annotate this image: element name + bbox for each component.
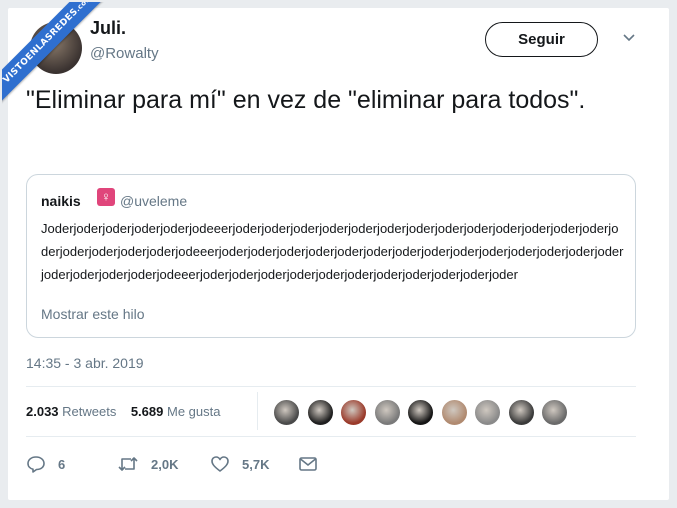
liker-avatar[interactable] [273,399,300,426]
retweets-count[interactable]: 2.033 [26,404,59,419]
quoted-author-handle: @uveleme [120,193,188,209]
liker-avatar[interactable] [373,399,401,426]
divider [26,386,636,387]
quoted-text: Joderjoderjoderjoderjoderjodeeerjoderjod… [41,221,624,282]
watermark-ribbon: VISTOENLASREDES.com [2,2,112,112]
likes-count[interactable]: 5.689 [131,404,164,419]
like-button[interactable]: 5,7K [210,454,269,474]
direct-message-button[interactable] [298,454,330,474]
tweet-actions: 6 2,0K 5,7K [26,454,426,476]
liker-avatar[interactable] [440,399,468,426]
retweets-label[interactable]: Retweets [62,404,116,419]
retweet-count: 2,0K [151,456,179,472]
tweet-timestamp[interactable]: 14:35 - 3 abr. 2019 [26,355,144,371]
watermark-text: VISTOENLASREDES.com [2,2,112,104]
reply-count: 6 [58,456,66,472]
tweet-text: "Eliminar para mí" en vez de "eliminar p… [26,86,586,114]
envelope-icon [299,457,317,471]
like-count: 5,7K [242,456,270,472]
retweet-button[interactable]: 2,0K [117,454,178,474]
liker-avatar[interactable] [507,399,535,426]
follow-button[interactable]: Seguir [485,22,598,57]
retweet-icon [118,457,138,471]
likes-label[interactable]: Me gusta [167,404,220,419]
show-thread-link[interactable]: Mostrar este hilo [41,306,144,322]
liker-avatar[interactable] [340,399,367,426]
quoted-tweet[interactable]: naikis ♀ @uveleme Joderjoderjoderjoderjo… [26,174,636,338]
stats-separator [257,392,258,430]
chevron-down-icon[interactable] [620,28,638,46]
divider [26,436,636,437]
tweet-card: VISTOENLASREDES.com Juli. @Rowalty Segui… [2,2,669,500]
liker-avatar[interactable] [474,399,501,426]
liker-avatar[interactable] [541,399,568,426]
liker-avatar[interactable] [407,399,434,426]
likers-avatars [273,399,575,426]
reply-icon [27,456,45,473]
female-sign-icon: ♀ [97,188,115,206]
heart-icon [211,456,229,472]
engagement-stats: 2.033 Retweets 5.689 Me gusta [26,404,220,419]
reply-button[interactable]: 6 [26,454,65,474]
quoted-author-name: naikis [41,193,81,209]
liker-avatar[interactable] [306,399,334,426]
